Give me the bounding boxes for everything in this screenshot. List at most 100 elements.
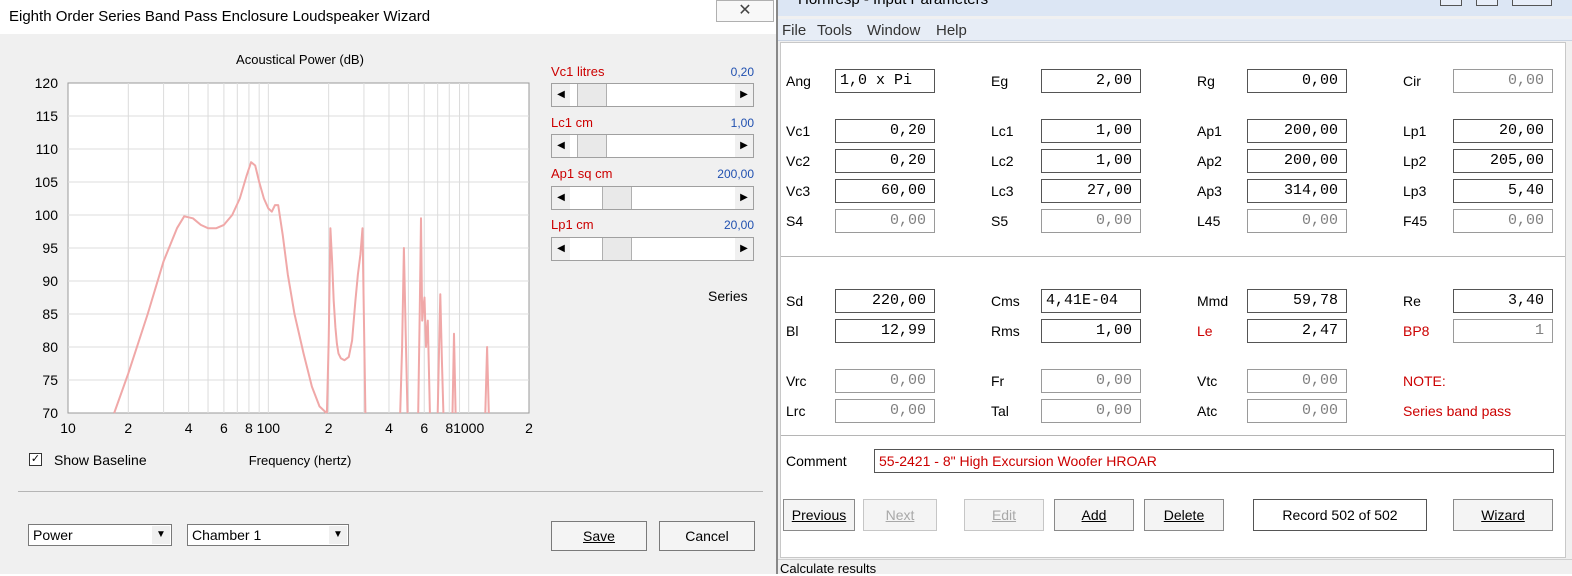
field-rg[interactable]: 0,00 <box>1247 69 1347 93</box>
field-ang[interactable]: 1,0 x Pi <box>835 69 935 93</box>
output-type-select[interactable]: Power ▼ <box>28 524 172 546</box>
field-lrc[interactable]: 0,00 <box>835 399 935 423</box>
wizard-button[interactable]: Wizard <box>1453 499 1553 531</box>
x-tick-label: 10 <box>60 420 76 436</box>
field-vc1[interactable]: 0,20 <box>835 119 935 143</box>
close-main-icon[interactable] <box>1512 0 1552 6</box>
slider-left-arrow-icon[interactable]: ◀ <box>552 187 570 209</box>
slider-lp1[interactable]: ◀ ▶ <box>551 237 754 261</box>
field-vc3[interactable]: 60,00 <box>835 179 935 203</box>
label-vtc: Vtc <box>1197 373 1218 389</box>
menu-file[interactable]: File <box>782 22 806 39</box>
field-re[interactable]: 3,40 <box>1453 289 1553 313</box>
label-sd: Sd <box>786 293 804 309</box>
label-lrc: Lrc <box>786 403 806 419</box>
menu-window[interactable]: Window <box>867 22 920 39</box>
label-bp8: BP8 <box>1403 323 1430 339</box>
chevron-down-icon[interactable]: ▼ <box>152 526 170 544</box>
slider-left-arrow-icon[interactable]: ◀ <box>552 135 570 157</box>
field-f45[interactable]: 0,00 <box>1453 209 1553 233</box>
field-lc3[interactable]: 27,00 <box>1041 179 1141 203</box>
slider-left-arrow-icon[interactable]: ◀ <box>552 84 570 106</box>
x-tick-label: 6 <box>420 420 428 436</box>
save-button[interactable]: Save <box>551 521 647 551</box>
delete-button[interactable]: Delete <box>1144 499 1224 531</box>
slider-vc1[interactable]: ◀ ▶ <box>551 83 754 107</box>
previous-button[interactable]: Previous <box>783 499 855 531</box>
field-mmd[interactable]: 59,78 <box>1247 289 1347 313</box>
field-lp3[interactable]: 5,40 <box>1453 179 1553 203</box>
slider-lc1[interactable]: ◀ ▶ <box>551 134 754 158</box>
slider-value-lc1: 1,00 <box>730 116 754 130</box>
field-bl[interactable]: 12,99 <box>835 319 935 343</box>
label-rg: Rg <box>1197 73 1215 89</box>
field-sd[interactable]: 220,00 <box>835 289 935 313</box>
field-ap3[interactable]: 314,00 <box>1247 179 1347 203</box>
field-eg[interactable]: 2,00 <box>1041 69 1141 93</box>
field-cms[interactable]: 4,41E-04 <box>1041 289 1141 313</box>
field-ap2[interactable]: 200,00 <box>1247 149 1347 173</box>
minimize-icon[interactable] <box>1440 0 1462 6</box>
main-titlebar: Hornresp - Input Parameters <box>776 0 1572 16</box>
label-ap2: Ap2 <box>1197 153 1222 169</box>
chamber-value: Chamber 1 <box>192 527 262 543</box>
slider-ap1[interactable]: ◀ ▶ <box>551 186 754 210</box>
close-icon[interactable]: ✕ <box>716 0 774 22</box>
slider-label-ap1: Ap1 sq cm <box>551 166 613 181</box>
field-s5[interactable]: 0,00 <box>1041 209 1141 233</box>
menu-tools[interactable]: Tools <box>817 22 852 39</box>
record-indicator: Record 502 of 502 <box>1253 499 1427 531</box>
label-lc3: Lc3 <box>991 183 1014 199</box>
field-atc[interactable]: 0,00 <box>1247 399 1347 423</box>
field-lp1[interactable]: 20,00 <box>1453 119 1553 143</box>
chevron-down-icon[interactable]: ▼ <box>329 526 347 544</box>
menubar: File Tools Window Help <box>776 19 1572 41</box>
field-fr[interactable]: 0,00 <box>1041 369 1141 393</box>
wizard-title: Eighth Order Series Band Pass Enclosure … <box>9 8 431 25</box>
add-button[interactable]: Add <box>1054 499 1134 531</box>
next-button[interactable]: Next <box>863 499 937 531</box>
field-lc1[interactable]: 1,00 <box>1041 119 1141 143</box>
field-lp2[interactable]: 205,00 <box>1453 149 1553 173</box>
field-le[interactable]: 2,47 <box>1247 319 1347 343</box>
field-s4[interactable]: 0,00 <box>835 209 935 233</box>
show-baseline-checkbox[interactable]: ✓ <box>29 453 42 466</box>
acoustical-power-chart: Acoustical Power (dB) 120 115 110 105 100 95 9… <box>8 34 548 479</box>
slider-right-arrow-icon[interactable]: ▶ <box>735 84 753 106</box>
field-vtc[interactable]: 0,00 <box>1247 369 1347 393</box>
field-l45[interactable]: 0,00 <box>1247 209 1347 233</box>
edit-button[interactable]: Edit <box>964 499 1044 531</box>
slider-thumb[interactable] <box>576 135 607 157</box>
y-tick-label: 90 <box>42 273 58 289</box>
field-rms[interactable]: 1,00 <box>1041 319 1141 343</box>
slider-right-arrow-icon[interactable]: ▶ <box>735 238 753 260</box>
y-tick-label: 85 <box>42 306 58 322</box>
maximize-icon[interactable] <box>1476 0 1498 6</box>
slider-right-arrow-icon[interactable]: ▶ <box>735 135 753 157</box>
y-tick-label: 105 <box>35 174 59 190</box>
field-vc2[interactable]: 0,20 <box>835 149 935 173</box>
field-lc2[interactable]: 1,00 <box>1041 149 1141 173</box>
x-tick-label: 2 <box>124 420 132 436</box>
cancel-button[interactable]: Cancel <box>659 521 755 551</box>
label-vrc: Vrc <box>786 373 807 389</box>
label-f45: F45 <box>1403 213 1428 229</box>
chamber-select[interactable]: Chamber 1 ▼ <box>187 524 349 546</box>
label-fr: Fr <box>991 373 1005 389</box>
field-tal[interactable]: 0,00 <box>1041 399 1141 423</box>
slider-thumb[interactable] <box>576 84 607 106</box>
label-mmd: Mmd <box>1197 293 1229 309</box>
slider-thumb[interactable] <box>602 238 633 260</box>
menu-help[interactable]: Help <box>936 22 967 39</box>
field-vrc[interactable]: 0,00 <box>835 369 935 393</box>
slider-left-arrow-icon[interactable]: ◀ <box>552 238 570 260</box>
x-tick-label: 100 <box>257 420 281 436</box>
slider-thumb[interactable] <box>602 187 633 209</box>
slider-right-arrow-icon[interactable]: ▶ <box>735 187 753 209</box>
field-cir[interactable]: 0,00 <box>1453 69 1553 93</box>
field-ap1[interactable]: 200,00 <box>1247 119 1347 143</box>
field-bp8[interactable]: 1 <box>1453 319 1553 343</box>
status-bar: Calculate results <box>776 559 1572 576</box>
x-tick-label: 4 <box>385 420 393 436</box>
comment-field[interactable]: 55-2421 - 8" High Excursion Woofer HROAR <box>874 449 1554 473</box>
